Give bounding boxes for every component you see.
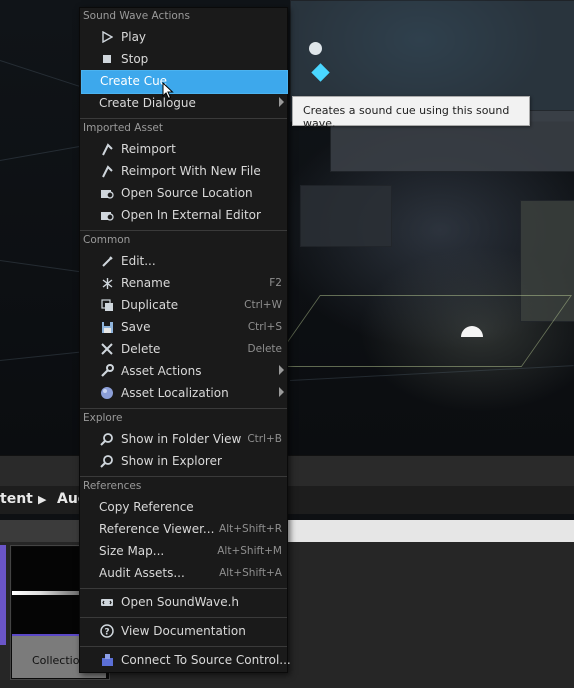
menu-item-open-in-external-editor[interactable]: Open In External Editor (81, 204, 286, 226)
breadcrumb-arrow-icon[interactable]: ▶ (38, 493, 46, 506)
svg-text:?: ? (104, 628, 109, 638)
stone-block (300, 185, 392, 247)
menu-item-create-dialogue[interactable]: Create Dialogue (81, 92, 286, 114)
duplicate-icon (100, 298, 114, 312)
tooltip-text: Creates a sound cue using this sound wav… (303, 104, 510, 130)
menu-item-stop[interactable]: Stop (81, 48, 286, 70)
asset-selection-edge (0, 545, 6, 645)
stop-icon (100, 52, 114, 66)
menu-item-duplicate[interactable]: Duplicate Ctrl+W (81, 294, 286, 316)
menu-item-view-documentation[interactable]: ? View Documentation (81, 620, 286, 642)
grid-line (0, 144, 89, 161)
menu-item-asset-localization[interactable]: Asset Localization (81, 382, 286, 404)
menu-separator (80, 646, 287, 647)
section-header-common: Common (83, 234, 131, 246)
menu-item-copy-reference[interactable]: Copy Reference (81, 496, 286, 518)
menu-separator (80, 118, 287, 119)
menu-item-show-in-folder-view[interactable]: Show in Folder View Ctrl+B (81, 428, 286, 450)
magnifier-icon (100, 454, 114, 468)
submenu-arrow-icon (279, 387, 284, 397)
menu-item-edit[interactable]: Edit... (81, 250, 286, 272)
grid-line (0, 350, 90, 361)
source-control-icon (100, 653, 114, 667)
menu-item-delete[interactable]: Delete Delete (81, 338, 286, 360)
delete-x-icon (100, 342, 114, 356)
menu-item-audit-assets[interactable]: Audit Assets... Alt+Shift+A (81, 562, 286, 584)
mouse-cursor-icon (162, 81, 174, 103)
menu-item-open-soundwave-h[interactable]: Open SoundWave.h (81, 591, 286, 613)
menu-separator (80, 588, 287, 589)
play-icon (100, 30, 114, 44)
menu-item-create-cue[interactable]: Create Cue (81, 70, 288, 94)
wrench-icon (100, 364, 114, 378)
section-header-references: References (83, 480, 142, 492)
submenu-arrow-icon (279, 97, 284, 107)
menu-item-rename[interactable]: Rename F2 (81, 272, 286, 294)
context-menu: Sound Wave Actions Play Stop Create Cue … (79, 7, 291, 673)
breadcrumb-item[interactable]: tent (0, 491, 33, 507)
menu-item-save[interactable]: Save Ctrl+S (81, 316, 286, 338)
section-header-imported-asset: Imported Asset (83, 122, 164, 134)
submenu-arrow-icon (279, 365, 284, 375)
menu-item-show-in-explorer[interactable]: Show in Explorer (81, 450, 286, 472)
grid-line (0, 60, 86, 89)
light-bulb-icon[interactable] (309, 42, 322, 55)
source-file-icon (100, 595, 114, 609)
tooltip: Creates a sound cue using this sound wav… (292, 96, 530, 130)
globe-icon (100, 386, 114, 400)
rename-icon (100, 276, 114, 290)
menu-item-reference-viewer[interactable]: Reference Viewer... Alt+Shift+R (81, 518, 286, 540)
menu-item-open-source-location[interactable]: Open Source Location (81, 182, 286, 204)
filter-bar-fill (288, 520, 574, 542)
grid-line (0, 260, 90, 274)
magnifier-icon (100, 432, 114, 446)
section-header-explore: Explore (83, 412, 123, 424)
reimport-icon (100, 164, 114, 178)
menu-item-size-map[interactable]: Size Map... Alt+Shift+M (81, 540, 286, 562)
menu-separator (80, 476, 287, 477)
section-header-sound-wave-actions: Sound Wave Actions (83, 10, 190, 22)
menu-item-reimport[interactable]: Reimport (81, 138, 286, 160)
reimport-icon (100, 142, 114, 156)
menu-item-connect-to-source-control[interactable]: Connect To Source Control... (81, 649, 291, 671)
edit-pencil-icon (100, 254, 114, 268)
save-icon (100, 320, 114, 334)
floor-plate (269, 295, 572, 367)
external-editor-icon (100, 208, 114, 222)
help-question-icon: ? (100, 624, 114, 638)
menu-item-play[interactable]: Play (81, 26, 286, 48)
menu-item-reimport-with-new-file[interactable]: Reimport With New File (81, 160, 286, 182)
menu-separator (80, 408, 287, 409)
menu-item-asset-actions[interactable]: Asset Actions (81, 360, 286, 382)
menu-separator (80, 230, 287, 231)
grid-line (289, 365, 574, 381)
menu-separator (80, 617, 287, 618)
folder-search-icon (100, 186, 114, 200)
